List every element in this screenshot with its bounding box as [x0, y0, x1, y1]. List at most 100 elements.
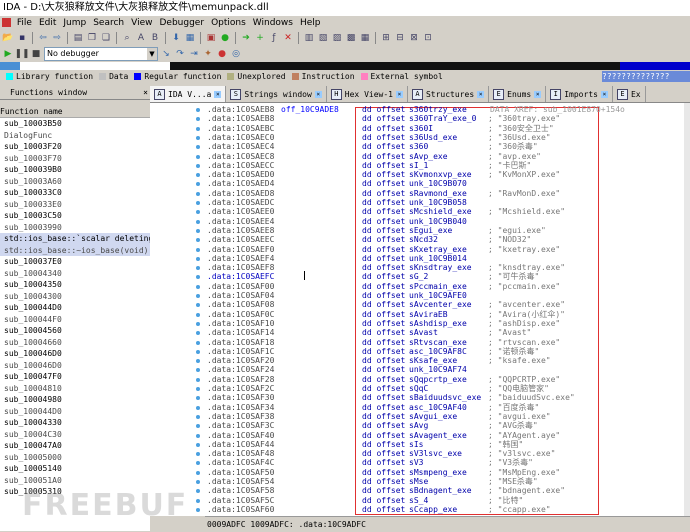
- code-row[interactable]: .data:1C0SAF28 dd offset sQqpcrtp_exe ; "QQ…: [205, 375, 685, 384]
- code-row[interactable]: .data:1C0SAF54 dd offset sMse ; "MSE杀毒": [205, 477, 685, 486]
- code-operand[interactable]: sQqpcrtp_exe: [409, 375, 467, 384]
- code-operand[interactable]: sG_2: [409, 272, 428, 281]
- stop-icon[interactable]: ■: [30, 48, 42, 60]
- search-icon[interactable]: ⌕: [121, 32, 133, 44]
- close-icon[interactable]: ×: [534, 90, 542, 98]
- segments-icon[interactable]: ▩: [345, 32, 357, 44]
- code-row[interactable]: .data:1C0SAEF0 dd offset sKxetray_exe ; "kx…: [205, 245, 685, 254]
- code-row[interactable]: .data:1C0SAEC0 dd offset s36Usd_exe ; "36Us…: [205, 133, 685, 142]
- code-row[interactable]: .data:1C0SAF20 dd offset sKsafe_exe ; "ksaf…: [205, 356, 685, 365]
- menu-search[interactable]: Search: [93, 18, 124, 28]
- tab-structures[interactable]: A Structures ×: [408, 86, 490, 102]
- function-item[interactable]: sub_10004660: [0, 337, 150, 349]
- code-row[interactable]: .data:1C0SAED0 dd offset sKvmonxvp_exe ; "K…: [205, 170, 685, 179]
- code-operand[interactable]: sKsafe_exe: [409, 356, 457, 365]
- debugger-select[interactable]: No debugger ▼: [44, 47, 158, 61]
- search-binary-icon[interactable]: B: [149, 32, 161, 44]
- tab-ex[interactable]: E Ex: [613, 86, 646, 102]
- navigation-band[interactable]: [0, 62, 690, 70]
- function-item[interactable]: sub_10003990: [0, 222, 150, 234]
- functions-column-header[interactable]: Function name: [0, 106, 150, 118]
- close-icon[interactable]: ✕: [282, 32, 294, 44]
- function-item[interactable]: sub_10005000: [0, 452, 150, 464]
- function-icon[interactable]: ƒ: [268, 32, 280, 44]
- close-icon[interactable]: ×: [477, 90, 485, 98]
- code-row[interactable]: .data:1C0SAEC4 dd offset s360 ; "360杀毒": [205, 142, 685, 151]
- code-operand[interactable]: sAvagent_exe: [409, 431, 467, 440]
- flow-icon[interactable]: ⊟: [394, 32, 406, 44]
- function-item[interactable]: sub_100046D0: [0, 348, 150, 360]
- save-icon[interactable]: ▪: [16, 32, 28, 44]
- function-item[interactable]: sub_10004810: [0, 383, 150, 395]
- code-operand[interactable]: s360I: [409, 124, 433, 133]
- close-icon[interactable]: ×: [214, 90, 222, 98]
- code-operand[interactable]: sEgui_exe: [409, 226, 452, 235]
- code-operand[interactable]: sNcd32: [409, 235, 438, 244]
- code-operand[interactable]: s360TraY_exe_0: [409, 114, 476, 123]
- function-item[interactable]: sub_100037E0: [0, 256, 150, 268]
- code-operand[interactable]: sRtvscan_exe: [409, 338, 467, 347]
- disassembly-view[interactable]: .data:1C0SAEB8 off_10C9ADE8 dd offset s360t…: [205, 103, 685, 516]
- code-row[interactable]: .data:1C0SAF34 dd offset asc_10C9AF40 ; "百度…: [205, 403, 685, 412]
- code-row[interactable]: .data:1C0SAEDC dd offset unk_10C9B058: [205, 198, 685, 207]
- close-icon[interactable]: ×: [395, 90, 403, 98]
- code-row[interactable]: .data:1C0SAED8 dd offset sRavmond_exe ; "Ra…: [205, 189, 685, 198]
- code-operand[interactable]: sKvmonxvp_exe: [409, 170, 472, 179]
- code-row[interactable]: .data:1C0SAF10 dd offset sAshdisp_exe ; "as…: [205, 319, 685, 328]
- code-row[interactable]: .data:1C0SAF5C dd offset sS_4 ; "比特": [205, 496, 685, 505]
- code-row[interactable]: .data:1C0SAEC8 dd offset sAvp_exe ; "avp.ex…: [205, 152, 685, 161]
- text-view-icon[interactable]: ▤: [72, 32, 84, 44]
- menu-debugger[interactable]: Debugger: [160, 18, 205, 28]
- step-over-icon[interactable]: ↷: [174, 48, 186, 60]
- code-operand[interactable]: s360trzy_exe: [409, 105, 467, 114]
- code-icon[interactable]: ▣: [205, 32, 217, 44]
- code-operand[interactable]: sAvgui_exe: [409, 412, 457, 421]
- code-row[interactable]: .data:1C0SAEF4 dd offset unk_10C9B014: [205, 254, 685, 263]
- call-icon[interactable]: ⊠: [408, 32, 420, 44]
- breakpoint-icon[interactable]: ●: [216, 48, 228, 60]
- function-item[interactable]: sub_100046D0: [0, 360, 150, 372]
- code-row[interactable]: .data:1C0SAF44 dd offset sIs ; "韩国": [205, 440, 685, 449]
- code-operand[interactable]: sCcapp_exe: [409, 505, 457, 514]
- enum-icon[interactable]: ▧: [317, 32, 329, 44]
- copy-icon[interactable]: ❐: [86, 32, 98, 44]
- code-operand[interactable]: sBdnagent_exe: [409, 486, 472, 495]
- code-operand[interactable]: sAviraEB: [409, 310, 448, 319]
- code-row[interactable]: .data:1C0SAF14 dd offset sAvast ; "Avast": [205, 328, 685, 337]
- functions-list[interactable]: sub_10003B50 DialogFunc sub_10003F20 sub_10…: [0, 118, 150, 531]
- tab-ida-v-a[interactable]: A IDA V...a ×: [150, 86, 227, 102]
- graph-icon[interactable]: ▦: [184, 32, 196, 44]
- menu-windows[interactable]: Windows: [253, 18, 293, 28]
- code-row[interactable]: .data:1C0SAF4C dd offset sV3 ; "V3杀毒": [205, 458, 685, 467]
- plus-icon[interactable]: +: [254, 32, 266, 44]
- function-item[interactable]: sub_10004350: [0, 279, 150, 291]
- code-operand[interactable]: sI_1: [409, 161, 428, 170]
- code-operand[interactable]: sAshdisp_exe: [409, 319, 467, 328]
- code-operand[interactable]: sRavmond_exe: [409, 189, 467, 198]
- step-into-icon[interactable]: ↘: [160, 48, 172, 60]
- code-row[interactable]: .data:1C0SAF3C dd offset sAvg ; "AVG杀毒": [205, 421, 685, 430]
- code-row[interactable]: .data:1C0SAEB8 off_10C9ADE8 dd offset s360t…: [205, 105, 685, 114]
- function-item[interactable]: std::ios_base::~ios_base(void): [0, 244, 150, 256]
- arrow-icon[interactable]: ➔: [240, 32, 252, 44]
- code-row[interactable]: .data:1C0SAEF8 dd offset sKnsdtray_exe ; "k…: [205, 263, 685, 272]
- code-row[interactable]: .data:1C0SAF30 dd offset sBaiduudsvc_exe ; …: [205, 393, 685, 402]
- close-icon[interactable]: ×: [314, 90, 322, 98]
- function-item[interactable]: sub_100047F0: [0, 371, 150, 383]
- xref-icon[interactable]: ⊡: [422, 32, 434, 44]
- code-row[interactable]: .data:1C0SAF60 dd offset sCcapp_exe ; "ccap…: [205, 505, 685, 514]
- tab-strings-window[interactable]: S Strings window ×: [226, 86, 327, 102]
- function-item[interactable]: sub_100051A0: [0, 475, 150, 487]
- code-row[interactable]: .data:1C0SAEB8 dd offset s360TraY_exe_0 ; "…: [205, 114, 685, 123]
- code-operand[interactable]: s360: [409, 142, 428, 151]
- function-item[interactable]: sub_10005140: [0, 463, 150, 475]
- code-row[interactable]: .data:1C0SAEE8 dd offset sEgui_exe ; "egui.…: [205, 226, 685, 235]
- graph-view-icon[interactable]: ⊞: [380, 32, 392, 44]
- code-row[interactable]: .data:1C0SAF58 dd offset sBdnagent_exe ; "b…: [205, 486, 685, 495]
- code-row[interactable]: .data:1C0SAF24 dd offset unk_10C9AF74: [205, 365, 685, 374]
- code-row[interactable]: .data:1C0SAEE0 dd offset sMcshield_exe ; "M…: [205, 207, 685, 216]
- code-operand[interactable]: sQqC: [409, 384, 428, 393]
- menu-help[interactable]: Help: [300, 18, 321, 28]
- code-operand[interactable]: sAvast: [409, 328, 438, 337]
- pause-icon[interactable]: ❚❚: [14, 48, 29, 60]
